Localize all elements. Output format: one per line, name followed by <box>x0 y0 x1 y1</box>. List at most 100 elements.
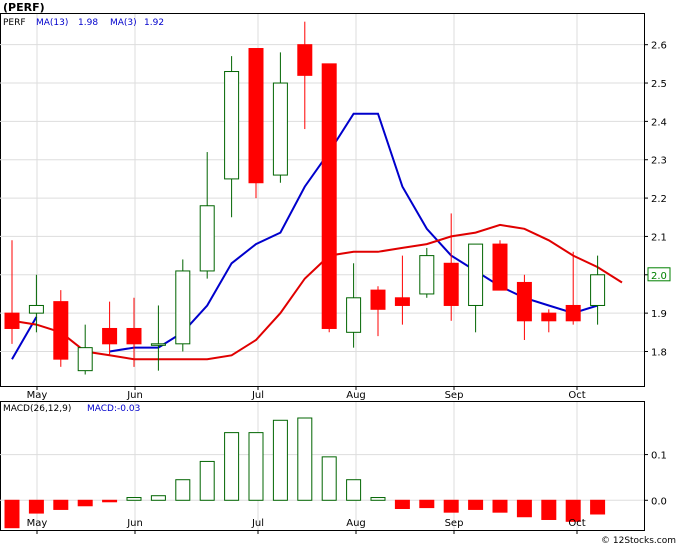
candle-body <box>77 347 93 372</box>
legend-symbol: PERF <box>3 18 26 28</box>
candle-down <box>126 297 142 367</box>
macd-axis: 0.0 0.1 <box>644 451 667 507</box>
candle-down <box>394 255 410 325</box>
candle-body <box>4 312 20 329</box>
candle-body <box>297 44 313 76</box>
macd-bar-negative <box>394 499 410 510</box>
candle-body <box>468 243 484 306</box>
macd-x-label: Jun <box>126 518 143 529</box>
candle-body <box>394 297 410 306</box>
chart-svg: 1.8 1.9 2.0 2.1 2.2 2.3 2.4 2.5 2.6 May Jun Jul Aug… <box>0 1 676 546</box>
candle-up <box>224 56 240 218</box>
macd-bar-negative <box>4 499 20 529</box>
candle-up <box>199 152 215 279</box>
macd-bars <box>4 417 606 529</box>
legend-ma3-value: 1.92 <box>144 18 164 28</box>
macd-bar-negative <box>419 499 435 509</box>
legend-ma3-label: MA(3) <box>110 18 137 28</box>
candle-body <box>150 343 166 346</box>
price-x-label: Sep <box>445 390 464 401</box>
macd-tick-label: 0.1 <box>651 451 667 462</box>
footer-credit: © 12Stocks.com <box>601 536 676 546</box>
macd-x-axis: May Jun Jul Aug Sep Oct <box>27 518 586 534</box>
macd-bar-positive <box>224 432 240 501</box>
candle-body <box>272 82 288 176</box>
price-x-label: Jun <box>126 390 143 401</box>
price-tick-label: 2.6 <box>651 41 667 52</box>
macd-bar-negative <box>443 499 459 513</box>
macd-bar-positive <box>272 419 288 501</box>
price-x-axis: May Jun Jul Aug Sep Oct <box>27 386 586 401</box>
price-tick-label: 2.1 <box>651 232 667 243</box>
macd-bar-negative <box>102 499 118 503</box>
candle-body <box>346 297 362 333</box>
ticker-title: (PERF) <box>3 1 45 14</box>
price-tick-label: 1.9 <box>651 309 667 320</box>
candle-down <box>443 213 459 321</box>
candle-down <box>4 240 20 344</box>
macd-bar-negative <box>77 499 93 507</box>
candle-body <box>541 312 557 322</box>
candle-down <box>53 290 69 367</box>
candle-up <box>346 263 362 348</box>
price-x-label: Jul <box>251 390 264 401</box>
candle-down <box>516 274 532 340</box>
candle-down <box>321 63 337 333</box>
macd-bar-positive <box>150 495 166 501</box>
macd-x-label: Oct <box>568 518 585 529</box>
macd-bar-negative <box>492 499 508 513</box>
candle-up <box>175 259 191 352</box>
macd-bar-positive <box>370 497 386 501</box>
macd-x-label: May <box>27 518 48 529</box>
candle-down <box>248 48 264 199</box>
price-tick-label: 2.3 <box>651 156 667 167</box>
candle-body <box>126 327 142 345</box>
macd-params-label: MACD(26,12,9) <box>3 404 71 414</box>
price-x-label: Oct <box>568 390 585 401</box>
candle-body <box>175 270 191 345</box>
candle-body <box>224 71 240 180</box>
macd-value-label: MACD:-0.03 <box>87 404 140 414</box>
candle-body <box>321 63 337 329</box>
macd-bar-negative <box>28 499 44 514</box>
candle-down <box>370 286 386 337</box>
macd-x-label: Sep <box>445 518 464 529</box>
candle-up <box>419 247 435 298</box>
candle-body <box>248 48 264 184</box>
candle-down <box>297 21 313 130</box>
candle-body <box>370 289 386 310</box>
price-tick-label: 2.4 <box>651 117 667 128</box>
macd-bar-positive <box>297 417 313 501</box>
legend-ma13-value: 1.98 <box>78 18 98 28</box>
candle-up <box>468 243 484 333</box>
macd-bar-positive <box>346 479 362 501</box>
macd-bar-negative <box>590 499 606 515</box>
last-price-label: 2.0 <box>651 271 667 282</box>
macd-bar-negative <box>53 499 69 510</box>
candle-body <box>102 327 118 345</box>
candle-up <box>150 305 166 371</box>
macd-x-label: Aug <box>346 518 366 529</box>
price-axis: 1.8 1.9 2.0 2.1 2.2 2.3 2.4 2.5 2.6 <box>644 41 667 358</box>
candle-body <box>28 304 44 314</box>
price-x-label: May <box>27 390 48 401</box>
candle-body <box>516 281 532 322</box>
candle-up <box>590 255 606 325</box>
macd-bar-positive <box>248 432 264 501</box>
candle-up <box>77 324 93 375</box>
price-x-label: Aug <box>346 390 366 401</box>
macd-bar-negative <box>468 499 484 510</box>
candle-up <box>272 52 288 183</box>
macd-bar-negative <box>516 499 532 518</box>
candle-body <box>443 262 459 306</box>
macd-bar-positive <box>199 460 215 501</box>
candle-body <box>565 304 581 322</box>
candle-body <box>199 205 215 272</box>
macd-bar-negative <box>541 499 557 520</box>
price-tick-label: 2.5 <box>651 79 667 90</box>
stock-chart: 1.8 1.9 2.0 2.1 2.2 2.3 2.4 2.5 2.6 May Jun Jul Aug… <box>0 0 680 546</box>
candle-body <box>419 255 435 295</box>
price-tick-label: 2.2 <box>651 194 667 205</box>
candle-down <box>565 251 581 325</box>
candle-body <box>492 243 508 291</box>
